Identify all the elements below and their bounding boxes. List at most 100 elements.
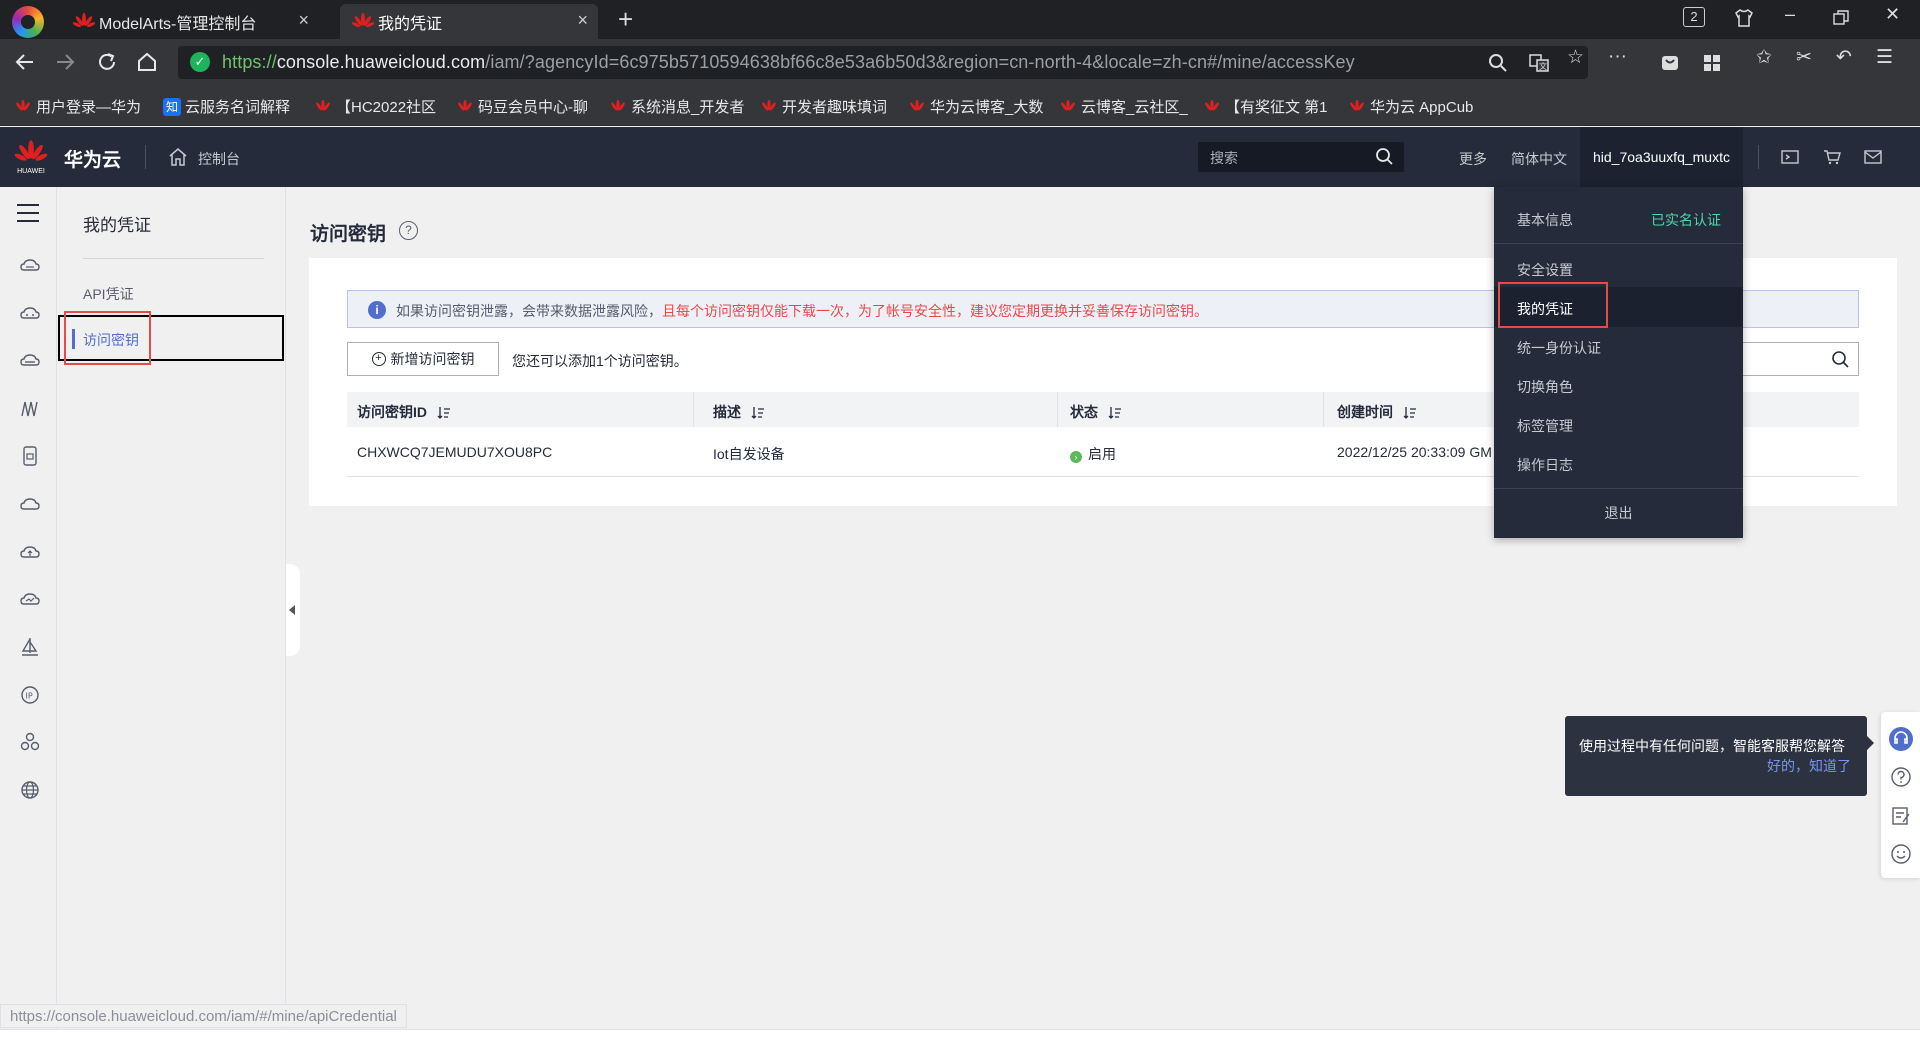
forward-icon[interactable]	[54, 51, 76, 73]
menu-item-basic-info[interactable]: 基本信息	[1517, 210, 1573, 230]
menu-icon[interactable]: ☰	[1876, 46, 1893, 69]
favorites-icon[interactable]: ✩	[1756, 46, 1772, 69]
cloud-container-icon[interactable]	[19, 303, 41, 325]
restore-icon[interactable]	[1833, 10, 1849, 26]
add-access-key-button[interactable]: + 新增访问密钥	[347, 342, 499, 376]
page-title: 访问密钥	[310, 224, 387, 245]
cloud-upload-icon[interactable]	[19, 541, 41, 563]
extension-icon[interactable]	[1660, 53, 1680, 73]
cloud-icon[interactable]	[19, 493, 41, 515]
assistant-tooltip: 使用过程中有任何问题，智能客服帮您解答 好的，知道了	[1565, 716, 1874, 796]
reload-icon[interactable]	[96, 51, 118, 73]
header-search-input[interactable]: 搜索	[1198, 142, 1404, 172]
table-search-input[interactable]	[1739, 342, 1859, 376]
menu-item-switch-role[interactable]: 切换角色	[1517, 377, 1573, 397]
undo-icon[interactable]: ↶	[1836, 46, 1852, 69]
bookmark-item[interactable]: 开发者趣味填词	[760, 96, 893, 117]
collapse-sidebar-button[interactable]	[286, 564, 300, 656]
menu-item-tag-management[interactable]: 标签管理	[1517, 416, 1573, 436]
close-tab-icon[interactable]: ×	[298, 10, 309, 31]
cell-status: › 启用	[1070, 444, 1116, 464]
cluster-icon[interactable]	[19, 731, 41, 753]
bookmark-item[interactable]: 【HC2022社区	[314, 96, 440, 117]
menu-item-operation-log[interactable]: 操作日志	[1517, 455, 1573, 475]
scissors-icon[interactable]: ✂	[1796, 46, 1812, 69]
verified-badge[interactable]: 已实名认证	[1651, 210, 1721, 230]
assistant-dismiss-link[interactable]: 好的，知道了	[1767, 756, 1851, 776]
home-icon[interactable]	[136, 51, 158, 73]
more-dots-icon[interactable]: ···	[1608, 46, 1627, 68]
browser-tab-credentials[interactable]: 我的凭证 ×	[340, 4, 598, 39]
help-circle-icon[interactable]	[1890, 766, 1912, 788]
language-switch[interactable]: 简体中文	[1511, 149, 1567, 169]
bookmark-item[interactable]: 华为云 AppCub	[1348, 96, 1484, 117]
console-header: HUAWEI 华为云 控制台 搜索 更多 简体中文 hid_7oa3uuxfq_…	[0, 127, 1920, 187]
browser-address-bar: ✓ https://console.huaweicloud.com/iam/?a…	[0, 39, 1920, 86]
modelarts-icon[interactable]	[19, 398, 41, 420]
device-icon[interactable]	[19, 445, 41, 467]
cloud-monitor-icon[interactable]	[19, 588, 41, 610]
menu-item-logout[interactable]: 退出	[1494, 503, 1743, 523]
bookmark-item[interactable]: 知云服务名词解释	[163, 96, 298, 117]
skin-icon[interactable]	[1734, 8, 1754, 28]
smile-icon[interactable]	[1890, 843, 1912, 865]
hamburger-menu-icon[interactable]	[17, 204, 39, 222]
close-tab-icon[interactable]: ×	[577, 10, 588, 31]
bookmark-item[interactable]: 码豆会员中心-聊	[456, 96, 592, 117]
sort-icon[interactable]	[1403, 406, 1417, 419]
translate-icon[interactable]: 文	[1528, 52, 1550, 74]
cloud-storage-icon[interactable]	[19, 350, 41, 372]
zhihu-icon: 知	[163, 97, 181, 116]
star-icon[interactable]: ☆	[1567, 46, 1584, 69]
column-header-description[interactable]: 描述	[713, 402, 765, 422]
terminal-icon[interactable]	[1780, 147, 1800, 167]
secure-shield-icon[interactable]: ✓	[190, 52, 210, 72]
minimize-icon[interactable]: –	[1785, 4, 1795, 25]
cloud-server-icon[interactable]	[19, 255, 41, 277]
tab-count-badge[interactable]: 2	[1683, 7, 1705, 27]
cart-icon[interactable]	[1822, 147, 1842, 167]
brand-name[interactable]: 华为云	[64, 145, 121, 172]
bookmark-item[interactable]: 【有奖征文 第1	[1203, 96, 1331, 117]
notice-text: 如果访问密钥泄露，会带来数据泄露风险，且每个访问密钥仅能下载一次，为了帐号安全性…	[396, 303, 1208, 319]
sidebar-item-api-credentials[interactable]: API凭证	[83, 284, 134, 304]
browser-tab-label: ModelArts-管理控制台	[99, 15, 257, 33]
cell-description: Iot自发设备	[713, 446, 785, 462]
zoom-icon[interactable]	[1488, 53, 1508, 73]
more-link[interactable]: 更多	[1459, 149, 1487, 169]
column-header-created[interactable]: 创建时间	[1337, 402, 1417, 422]
sail-icon[interactable]	[19, 636, 41, 658]
apps-grid-icon[interactable]	[1702, 53, 1722, 73]
browser-tab-modelarts[interactable]: ModelArts-管理控制台 ×	[61, 4, 319, 39]
search-icon[interactable]	[1830, 349, 1850, 369]
url-input[interactable]: ✓ https://console.huaweicloud.com/iam/?a…	[178, 46, 1588, 79]
bookmark-item[interactable]: 华为云博客_大数	[908, 96, 1044, 117]
menu-item-iam[interactable]: 统一身份认证	[1517, 338, 1601, 358]
feedback-icon[interactable]	[1890, 805, 1912, 827]
browser-logo-icon[interactable]	[12, 6, 44, 38]
back-icon[interactable]	[14, 51, 36, 73]
bottom-strip	[0, 1029, 1920, 1039]
menu-item-security-settings[interactable]: 安全设置	[1517, 260, 1573, 280]
close-window-icon[interactable]: ✕	[1885, 4, 1900, 25]
column-header-key-id[interactable]: 访问密钥ID	[357, 402, 451, 422]
help-icon[interactable]: ?	[399, 221, 418, 240]
bookmark-item[interactable]: 云博客_云社区_	[1059, 96, 1189, 117]
new-tab-button[interactable]: +	[618, 4, 633, 35]
column-header-status[interactable]: 状态	[1070, 402, 1122, 422]
bookmark-item[interactable]: 系统消息_开发者	[609, 96, 745, 117]
home-icon[interactable]	[168, 147, 188, 167]
bookmark-item[interactable]: 用户登录—华为	[14, 96, 146, 117]
browser-tab-label: 我的凭证	[378, 15, 443, 33]
sort-icon[interactable]	[437, 406, 451, 419]
globe-icon[interactable]	[19, 779, 41, 801]
sort-icon[interactable]	[751, 406, 765, 419]
ip-icon[interactable]: IP	[19, 684, 41, 706]
huawei-logo[interactable]: HUAWEI	[14, 139, 48, 175]
user-account-menu[interactable]: hid_7oa3uuxfq_muxtc	[1580, 127, 1743, 187]
search-icon[interactable]	[1374, 145, 1394, 167]
customer-service-icon[interactable]	[1888, 726, 1914, 752]
sort-icon[interactable]	[1108, 406, 1122, 419]
mail-icon[interactable]	[1863, 147, 1883, 167]
console-link[interactable]: 控制台	[198, 149, 240, 169]
